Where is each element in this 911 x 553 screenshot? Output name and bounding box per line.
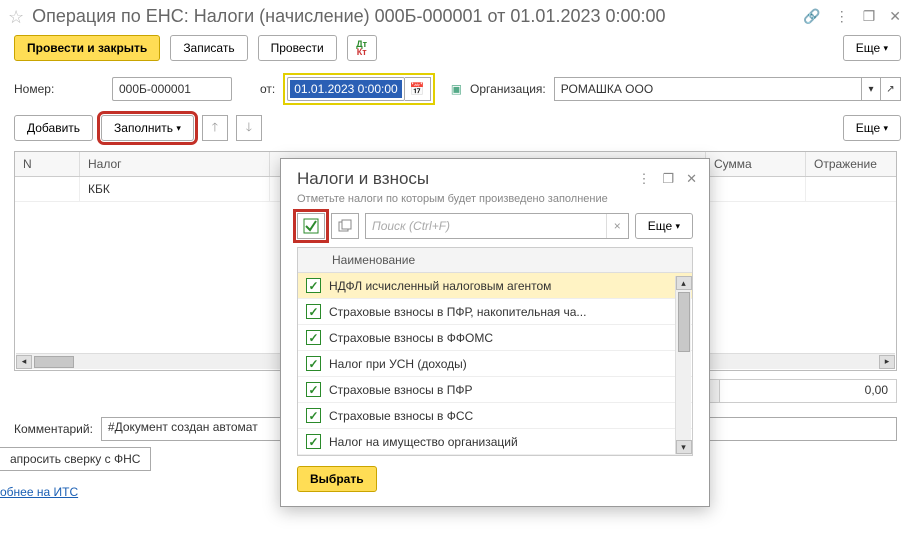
popup-search-input[interactable]: Поиск (Ctrl+F) × bbox=[365, 213, 629, 239]
post-button[interactable]: Провести bbox=[258, 35, 337, 61]
taxes-popup: Налоги и взносы ⋮ ❐ ✕ Отметьте налоги по… bbox=[280, 158, 710, 507]
save-button[interactable]: Записать bbox=[170, 35, 247, 61]
favorite-star-icon[interactable]: ☆ bbox=[8, 8, 24, 26]
request-fns-button[interactable]: апросить сверку с ФНС bbox=[0, 447, 151, 471]
search-clear-icon[interactable]: × bbox=[606, 214, 628, 238]
list-item[interactable]: Налог на имущество организаций bbox=[298, 429, 692, 455]
number-field[interactable]: 000Б-000001 bbox=[112, 77, 232, 101]
date-field-highlight: 01.01.2023 0:00:00 📅 bbox=[283, 73, 434, 105]
checkbox-icon[interactable] bbox=[306, 278, 321, 293]
list-item-label: Страховые взносы в ФСС bbox=[329, 409, 684, 423]
move-down-button[interactable]: 🡓 bbox=[236, 115, 262, 141]
list-item[interactable]: НДФЛ исчисленный налоговым агентом bbox=[298, 273, 692, 299]
col-tax[interactable]: Налог bbox=[80, 152, 270, 176]
col-reflection[interactable]: Отражение bbox=[806, 152, 896, 176]
calendar-icon[interactable]: 📅 bbox=[405, 77, 431, 101]
popup-more-button[interactable]: Еще ▾ bbox=[635, 213, 693, 239]
from-label: от: bbox=[260, 82, 275, 96]
list-item[interactable]: Страховые взносы в ФСС bbox=[298, 403, 692, 429]
cell-n bbox=[15, 177, 80, 201]
check-all-icon bbox=[303, 218, 319, 234]
comment-label: Комментарий: bbox=[14, 422, 93, 436]
check-all-button[interactable] bbox=[297, 213, 325, 239]
dtkt-icon: ДтКт bbox=[356, 40, 367, 56]
add-button[interactable]: Добавить bbox=[14, 115, 93, 141]
list-item[interactable]: Страховые взносы в ФФОМС bbox=[298, 325, 692, 351]
checkbox-icon[interactable] bbox=[306, 330, 321, 345]
kebab-icon[interactable]: ⋮ bbox=[835, 8, 849, 25]
org-flag-icon: ▣ bbox=[451, 82, 462, 96]
popup-title: Налоги и взносы bbox=[297, 169, 637, 189]
list-item[interactable]: Страховые взносы в ПФР bbox=[298, 377, 692, 403]
checkbox-icon[interactable] bbox=[306, 382, 321, 397]
popup-subtitle: Отметьте налоги по которым будет произве… bbox=[281, 191, 709, 213]
list-item[interactable]: Налог при УСН (доходы) bbox=[298, 351, 692, 377]
date-field[interactable]: 01.01.2023 0:00:00 bbox=[290, 80, 401, 98]
checkbox-icon[interactable] bbox=[306, 356, 321, 371]
toolbar-more-button[interactable]: Еще ▾ bbox=[843, 35, 901, 61]
list-item-label: Налог при УСН (доходы) bbox=[329, 357, 684, 371]
org-label: Организация: bbox=[470, 82, 546, 96]
popup-window-icon[interactable]: ❐ bbox=[662, 171, 674, 187]
window-icon[interactable]: ❐ bbox=[863, 8, 876, 25]
popup-kebab-icon[interactable]: ⋮ bbox=[637, 171, 650, 187]
post-and-close-button[interactable]: Провести и закрыть bbox=[14, 35, 160, 61]
dtkt-button[interactable]: ДтКт bbox=[347, 35, 377, 61]
search-placeholder: Поиск (Ctrl+F) bbox=[366, 219, 606, 233]
list-item-label: Налог на имущество организаций bbox=[329, 435, 684, 449]
uncheck-all-button[interactable] bbox=[331, 213, 359, 239]
popup-close-icon[interactable]: ✕ bbox=[686, 171, 697, 187]
list-item-label: НДФЛ исчисленный налоговым агентом bbox=[329, 279, 684, 293]
popup-col-name[interactable]: Наименование bbox=[298, 248, 692, 273]
list-item[interactable]: Страховые взносы в ПФР, накопительная ча… bbox=[298, 299, 692, 325]
number-label: Номер: bbox=[14, 82, 104, 96]
table-more-button[interactable]: Еще ▾ bbox=[843, 115, 901, 141]
move-up-button[interactable]: 🡑 bbox=[202, 115, 228, 141]
its-link[interactable]: обнее на ИТС bbox=[0, 485, 78, 499]
col-n[interactable]: N bbox=[15, 152, 80, 176]
close-icon[interactable]: ✕ bbox=[889, 8, 901, 25]
checkbox-icon[interactable] bbox=[306, 408, 321, 423]
cell-kbk-label: КБК bbox=[80, 177, 270, 201]
checkbox-icon[interactable] bbox=[306, 304, 321, 319]
org-open-button[interactable]: ↗ bbox=[881, 77, 901, 101]
link-icon[interactable]: 🔗 bbox=[803, 8, 820, 25]
popup-select-button[interactable]: Выбрать bbox=[297, 466, 377, 492]
org-dropdown-button[interactable]: ▾ bbox=[861, 77, 881, 101]
col-sum[interactable]: Сумма bbox=[706, 152, 806, 176]
page-title: Операция по ЕНС: Налоги (начисление) 000… bbox=[32, 6, 795, 27]
list-item-label: Страховые взносы в ФФОМС bbox=[329, 331, 684, 345]
list-item-label: Страховые взносы в ПФР bbox=[329, 383, 684, 397]
fill-button[interactable]: Заполнить ▾ bbox=[101, 115, 194, 141]
totals-value: 0,00 bbox=[720, 380, 896, 402]
checkbox-icon[interactable] bbox=[306, 434, 321, 449]
popup-v-scrollbar[interactable]: ▴ ▾ bbox=[675, 276, 691, 454]
org-field[interactable]: РОМАШКА ООО bbox=[554, 77, 861, 101]
list-item-label: Страховые взносы в ПФР, накопительная ча… bbox=[329, 305, 684, 319]
uncheck-all-icon bbox=[338, 219, 352, 233]
